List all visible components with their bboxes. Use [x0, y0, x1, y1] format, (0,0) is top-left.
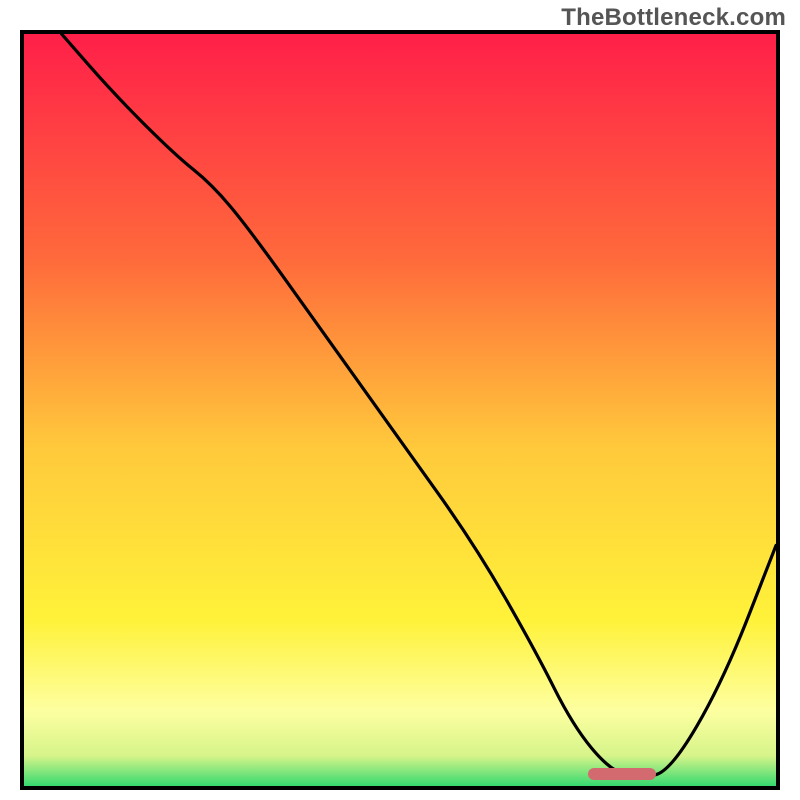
minimum-marker-pill [588, 768, 656, 780]
watermark-text: TheBottleneck.com [561, 4, 786, 32]
chart-container: TheBottleneck.com [0, 0, 800, 800]
chart-frame [20, 30, 780, 790]
chart-curve [24, 34, 776, 786]
